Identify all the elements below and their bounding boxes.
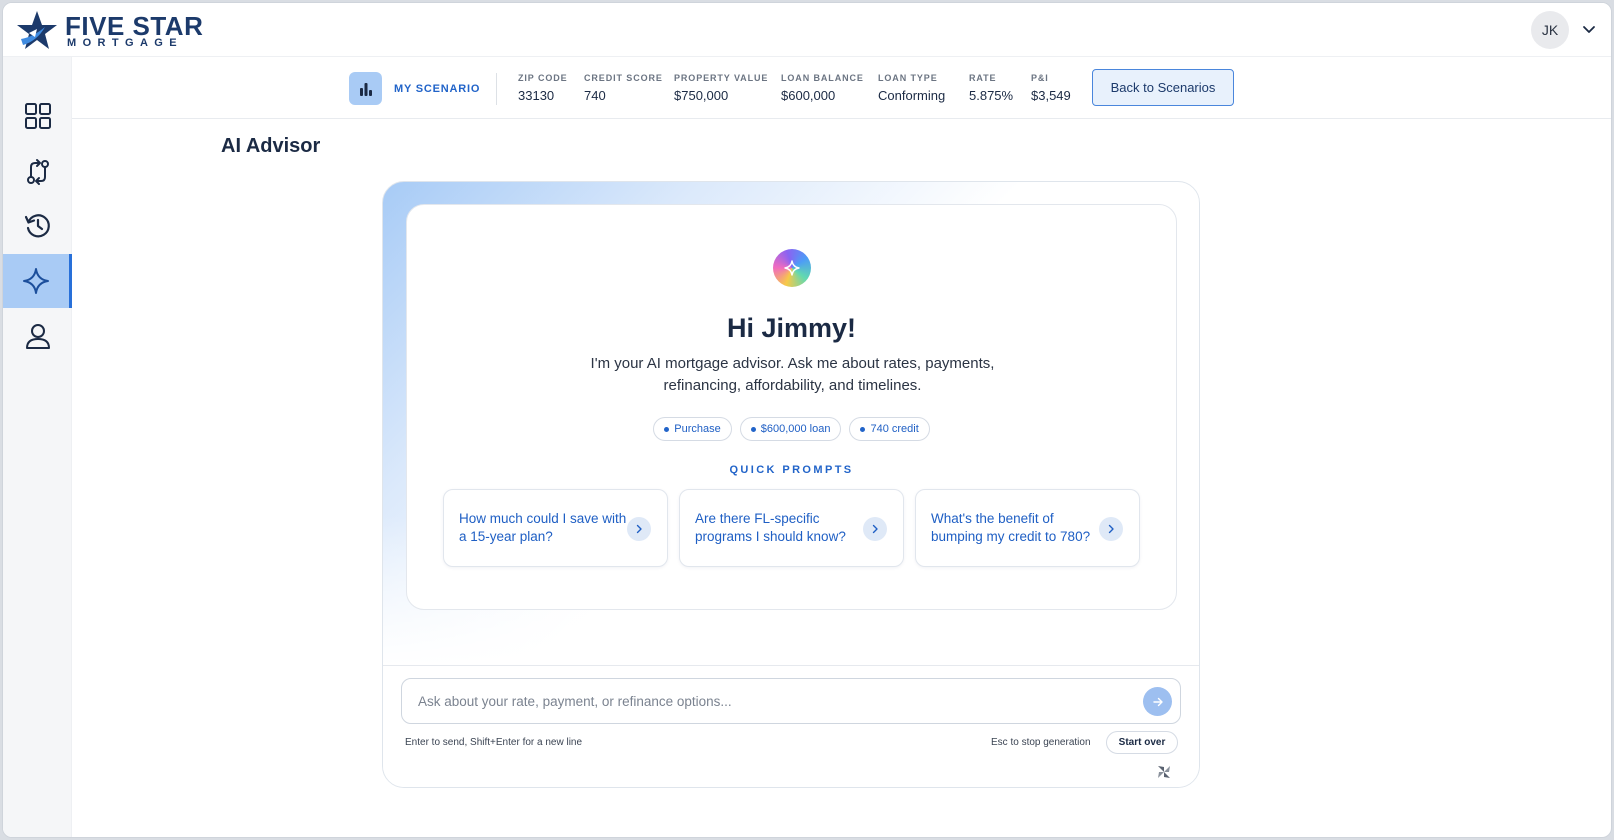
dot-icon [750,426,756,432]
stat-value: 740 [584,88,606,103]
dot-icon [860,426,866,432]
chip-loan-amount: $600,000 loan [739,417,842,441]
bar-chart-icon [359,82,372,96]
brand-name-line1: FIVE STAR [65,11,204,41]
chevron-right-icon [863,517,887,541]
pinwheel-icon [1158,766,1170,778]
quick-prompt-text: What's the benefit of bumping my credit … [931,511,1091,544]
sparkle-icon [23,268,49,294]
sidebar-item-history[interactable] [3,199,72,253]
stat-label: ZIP CODE [518,73,568,83]
stat-loan-type: LOAN TYPE Conforming [878,73,945,103]
chip-label: $600,000 loan [760,423,831,435]
stat-principal-interest: P&I $3,549 [1031,73,1071,103]
quick-prompt-card[interactable]: What's the benefit of bumping my credit … [915,489,1140,567]
chevron-right-icon [1099,517,1123,541]
sidebar-item-profile[interactable] [3,309,72,363]
brand-logo[interactable]: FIVE STAR MORTGAGE [15,9,205,53]
ai-orb-icon [773,249,811,287]
intro-text: I'm your AI mortgage advisor. Ask me abo… [590,355,995,394]
stat-label: RATE [969,73,997,83]
quick-prompt-text: How much could I save with a 15-year pla… [459,511,627,544]
scenario-icon-badge [349,72,382,105]
greeting-heading: Hi Jimmy! [726,313,857,343]
stat-label: CREDIT SCORE [584,73,663,83]
stat-value: Conforming [878,88,946,103]
stop-hint: Esc to stop generation [991,737,1091,748]
sidebar-item-dashboard[interactable] [3,89,72,143]
stat-loan-balance: LOAN BALANCE $600,000 [781,73,864,103]
stat-label: PROPERTY VALUE [674,73,769,83]
stat-credit-score: CREDIT SCORE 740 [584,73,663,103]
star-logo-icon [17,11,57,49]
chip-credit: 740 credit [849,417,930,441]
chevron-down-icon[interactable] [1580,20,1598,38]
send-button[interactable] [1143,687,1172,716]
stat-value: $600,000 [781,88,836,103]
stat-rate: RATE 5.875% [969,73,1013,103]
top-bar: FIVE STAR MORTGAGE JK [3,3,1611,57]
start-over-button[interactable]: Start over [1106,731,1178,754]
compare-arrows-icon [26,159,49,185]
stat-label: P&I [1031,73,1049,83]
divider [496,73,497,105]
grid-icon [24,103,51,129]
sparkle-icon [784,260,800,276]
quick-prompt-card[interactable]: How much could I save with a 15-year pla… [443,489,668,567]
chevron-right-icon [627,517,651,541]
sidebar-item-compare[interactable] [3,145,72,199]
chip-label: 740 credit [870,423,919,435]
stat-label: LOAN TYPE [878,73,938,83]
scenario-bar: MY SCENARIO ZIP CODE 33130 CREDIT SCORE … [72,57,1611,119]
chip-label: Purchase [674,423,721,435]
page-title: AI Advisor [221,135,321,157]
stat-zip-code: ZIP CODE 33130 [518,73,568,103]
quick-prompt-card[interactable]: Are there FL-specific programs I should … [679,489,904,567]
user-icon [25,324,50,349]
dot-icon [664,426,670,432]
quick-prompt-text: Are there FL-specific programs I should … [695,511,846,544]
welcome-panel: Hi Jimmy! I'm your AI mortgage advisor. … [406,204,1177,610]
stat-property-value: PROPERTY VALUE $750,000 [674,73,768,103]
history-icon [24,214,50,238]
arrow-right-icon [1152,697,1163,706]
advisor-card: Hi Jimmy! I'm your AI mortgage advisor. … [382,181,1200,788]
stat-value: $750,000 [674,88,729,103]
chat-input-box [401,678,1181,724]
brand-name-line2: MORTGAGE [67,37,183,49]
sidebar [3,57,72,837]
context-chips: Purchase $600,000 loan 740 credit [407,417,1176,441]
scenario-label: MY SCENARIO [394,83,481,95]
quick-prompts-title: QUICK PROMPTS [729,464,854,476]
divider [383,665,1199,666]
send-hint: Enter to send, Shift+Enter for a new lin… [405,737,583,748]
stat-value: 33130 [518,88,555,103]
stat-value: 5.875% [969,88,1014,103]
user-avatar[interactable]: JK [1531,11,1569,49]
stat-value: $3,549 [1031,88,1071,103]
back-to-scenarios-button[interactable]: Back to Scenarios [1092,69,1234,106]
app-window: FIVE STAR MORTGAGE JK MY SCENARIO ZIP CO… [2,2,1612,838]
sidebar-item-ai-advisor[interactable] [3,254,72,308]
chip-purchase: Purchase [653,417,732,441]
stat-label: LOAN BALANCE [781,73,864,83]
chat-input[interactable] [418,679,1118,723]
